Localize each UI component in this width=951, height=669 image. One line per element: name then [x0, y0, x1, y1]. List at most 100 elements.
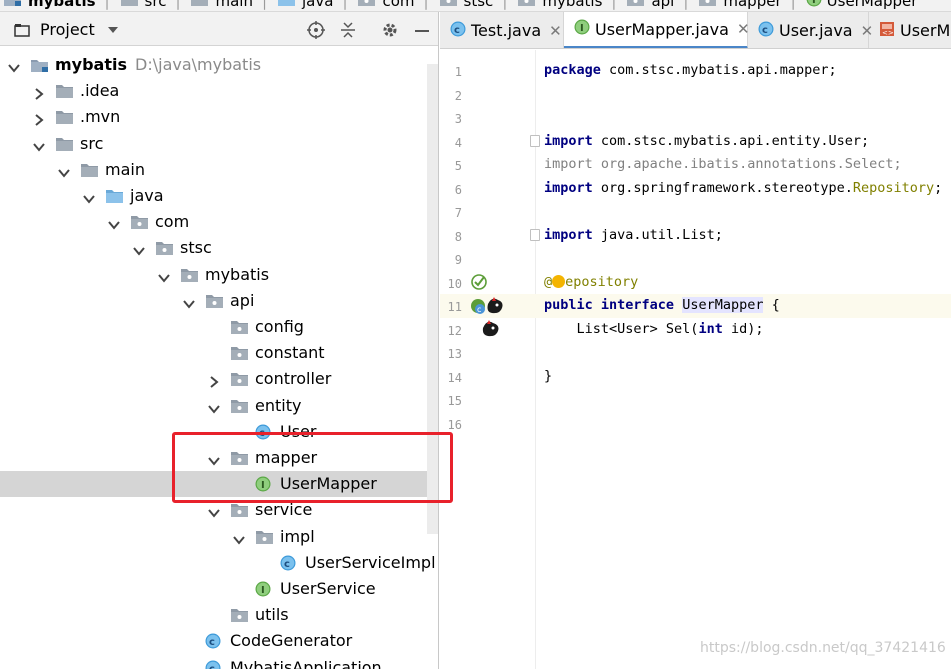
project-view-selector[interactable]: Project [14, 20, 119, 39]
chevron-down-icon[interactable] [83, 190, 95, 204]
code-line[interactable]: 13 [440, 341, 951, 365]
code-text: package com.stsc.mybatis.api.mapper; [544, 62, 837, 78]
code-line[interactable]: 1 package com.stsc.mybatis.api.mapper; [440, 59, 951, 83]
code-line[interactable]: 3 [440, 106, 951, 130]
chevron-down-icon[interactable] [33, 138, 45, 152]
tree-item[interactable]: utils [0, 602, 438, 628]
code-line[interactable]: 12 List<User> Sel(int id); [440, 318, 951, 342]
chevron-down-icon[interactable] [8, 59, 20, 73]
breadcrumb-separator: │ [102, 0, 112, 10]
tab-active[interactable]: I UserMapper.java ✕ [564, 12, 750, 48]
chevron-down-icon[interactable] [58, 164, 70, 178]
tab[interactable]: <> UserM [869, 12, 951, 48]
tree-item[interactable]: stsc [0, 235, 438, 261]
tree-item[interactable]: entity [0, 393, 438, 419]
breadcrumb-item[interactable]: com │ [354, 0, 435, 11]
chevron-right-icon[interactable] [208, 373, 220, 389]
chevron-right-icon[interactable] [33, 111, 45, 127]
code-line[interactable]: 8 import java.util.List; [440, 224, 951, 248]
breadcrumb-item[interactable]: mybatis │ [514, 0, 623, 11]
chevron-down-icon[interactable] [158, 269, 170, 283]
mybatis-bird-icon[interactable] [480, 319, 504, 339]
tree-item[interactable]: controller [0, 366, 438, 392]
code-line[interactable]: 7 [440, 200, 951, 224]
breadcrumb-item[interactable]: I UserMapper [803, 0, 921, 11]
tree-item[interactable]: com [0, 209, 438, 235]
breadcrumb-item[interactable]: stsc │ [436, 0, 515, 11]
code-fragment: com.stsc.mybatis.api.mapper; [600, 62, 837, 78]
code-line[interactable]: 9 [440, 247, 951, 271]
tree-item[interactable]: src [0, 131, 438, 157]
breadcrumb-item[interactable]: mybatis │ [0, 0, 117, 11]
code-line[interactable]: 16 [440, 412, 951, 436]
chevron-right-icon[interactable] [33, 85, 45, 100]
tree-item[interactable]: c UserServiceImpl [0, 550, 438, 576]
code-line[interactable]: 6 import org.springframework.stereotype.R… [440, 177, 951, 201]
breadcrumb-label: UserMapper [826, 0, 918, 10]
code-fragment: Repository [852, 179, 935, 196]
code-line[interactable]: 10 @ epository [440, 271, 951, 295]
tree-item[interactable]: java [0, 183, 438, 209]
code-line[interactable]: 15 [440, 388, 951, 412]
breadcrumb-item[interactable]: java │ [274, 0, 354, 11]
breadcrumb-item[interactable]: mapper │ [695, 0, 802, 11]
collapse-all-icon[interactable] [339, 21, 357, 39]
breadcrumb-item[interactable]: main │ [187, 0, 274, 11]
breadcrumb-item[interactable]: api │ [623, 0, 695, 11]
chevron-down-icon[interactable] [233, 531, 245, 545]
code-fragment: java.util.List; [592, 226, 723, 243]
gear-icon[interactable] [381, 21, 399, 39]
tree-item-selected[interactable]: I UserMapper [0, 471, 438, 498]
tree-item[interactable]: main [0, 157, 438, 183]
tree-item[interactable]: constant [0, 340, 438, 366]
chevron-down-icon[interactable] [133, 242, 145, 256]
tree-item[interactable]: api [0, 288, 438, 314]
code-line[interactable]: 2 [440, 83, 951, 107]
code-editor[interactable]: 1 package com.stsc.mybatis.api.mapper; 2 … [440, 50, 951, 669]
tree-item[interactable]: I UserService [0, 576, 438, 602]
tree-item-name: .idea [80, 81, 120, 101]
code-line[interactable]: 5 import org.apache.ibatis.annotations.Se… [440, 153, 951, 177]
intention-bulb-icon[interactable] [552, 274, 566, 288]
tab[interactable]: c User.java ✕ [748, 12, 873, 48]
chevron-down-icon[interactable] [208, 452, 220, 466]
breadcrumb-item[interactable]: src │ [117, 0, 188, 11]
tree-item[interactable]: .mvn [0, 104, 438, 130]
fold-marker-icon[interactable] [530, 134, 540, 147]
breadcrumb-label: com [382, 0, 415, 10]
tree-item[interactable]: service [0, 497, 438, 523]
keyword: int [698, 320, 723, 337]
tree-item[interactable]: mybatis D:\java\mybatis [0, 52, 438, 78]
implemented-mapper-icon[interactable]: c [470, 296, 504, 316]
chevron-down-icon[interactable] [183, 295, 195, 309]
close-icon[interactable]: ✕ [549, 22, 562, 40]
tree-item[interactable]: impl [0, 524, 438, 550]
code-line[interactable]: 4 import com.stsc.mybatis.api.entity.User… [440, 130, 951, 154]
package-icon [255, 529, 275, 549]
scrollbar[interactable] [427, 64, 438, 534]
project-path: D:\java\mybatis [135, 55, 262, 74]
tree-item-label: mybatis D:\java\mybatis [55, 55, 261, 74]
locate-target-icon[interactable] [307, 21, 325, 39]
code-line[interactable]: 14} [440, 365, 951, 389]
tree-item[interactable]: mapper [0, 445, 438, 471]
tree-item[interactable]: c CodeGenerator [0, 628, 438, 654]
tree-item[interactable]: c User [0, 419, 438, 445]
fold-marker-icon[interactable] [530, 228, 540, 241]
tree-item[interactable]: c MybatisApplication [0, 655, 438, 669]
chevron-down-icon[interactable] [208, 504, 220, 518]
tree-item[interactable]: config [0, 314, 438, 340]
tab[interactable]: c Test.java ✕ [440, 12, 564, 48]
chevron-down-icon[interactable] [208, 400, 220, 414]
tree-item-label: src [80, 134, 103, 153]
tree-item-label: constant [255, 343, 325, 362]
minimize-icon[interactable] [413, 21, 431, 39]
chevron-down-icon[interactable] [108, 216, 120, 230]
spring-bean-icon[interactable] [470, 273, 488, 291]
code-line-current[interactable]: 11 c public interface UserMapper { [440, 294, 951, 318]
folder-icon [55, 109, 75, 129]
breadcrumb-label: api [651, 0, 675, 10]
tree-item[interactable]: .idea [0, 78, 438, 104]
tree-item-label: .mvn [80, 107, 120, 126]
tree-item[interactable]: mybatis [0, 262, 438, 288]
